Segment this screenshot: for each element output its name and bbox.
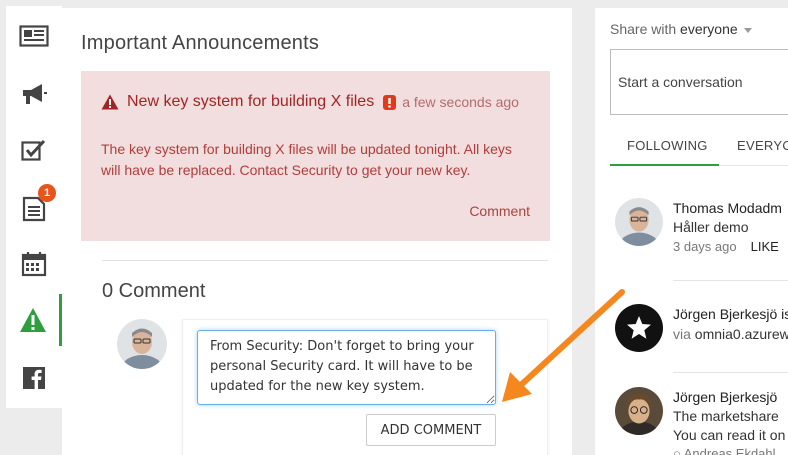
feed-author[interactable]: Jörgen Bjerkesjö is [673, 306, 788, 322]
rail-item-news[interactable] [6, 10, 62, 62]
feed-meta: 3 days ago LIKE [673, 239, 779, 254]
announcement-body: The key system for building X files will… [101, 141, 512, 178]
share-label: Share with [610, 21, 681, 37]
divider [673, 372, 788, 373]
checkbox-icon [21, 139, 46, 161]
feed-text: The marketshare [673, 408, 779, 424]
warning-icon [101, 94, 119, 110]
feed-source-link[interactable]: omnia0.azurew [695, 326, 788, 342]
page-title: Important Announcements [81, 32, 320, 54]
chevron-down-icon [743, 27, 752, 33]
share-target: everyone [680, 21, 738, 37]
conversation-panel: Share with everyone FOLLOWING EVERYONE T… [595, 8, 788, 455]
avatar [615, 198, 663, 246]
user-icon: ○ [673, 446, 684, 455]
divider [673, 280, 788, 281]
newspaper-icon [19, 25, 49, 47]
feed-author[interactable]: Jörgen Bjerkesjö [673, 389, 777, 405]
rail-item-calendar[interactable] [6, 238, 62, 290]
conversation-input[interactable] [610, 49, 788, 115]
comment-count: 0 Comment [102, 280, 206, 302]
feed-item[interactable]: Jörgen Bjerkesjö is via omnia0.azurew [613, 304, 788, 360]
tab-following[interactable]: FOLLOWING [610, 126, 719, 166]
avatar [117, 319, 167, 369]
exclamation-icon [383, 94, 397, 110]
rail-item-announcements[interactable] [6, 68, 62, 120]
tab-everyone[interactable]: EVERYONE [719, 126, 788, 166]
announcement-header: New key system for building X files a fe… [101, 93, 519, 111]
feed-mention: ○ Andreas Ekdahl [673, 446, 776, 455]
user-photo-icon [615, 198, 663, 246]
calendar-icon [21, 252, 47, 277]
comment-input[interactable]: From Security: Don't forget to bring you… [197, 330, 496, 405]
announcement-title[interactable]: New key system for building X files [127, 93, 374, 111]
feed-item[interactable]: Jörgen Bjerkesjö The marketshare You can… [613, 387, 788, 455]
add-comment-button[interactable]: ADD COMMENT [366, 414, 496, 446]
facebook-icon [23, 367, 45, 389]
user-photo-icon [615, 387, 663, 435]
feed-via: via [673, 326, 695, 342]
comment-link[interactable]: Comment [469, 203, 530, 219]
feed-text: You can read it on [673, 427, 786, 443]
like-button[interactable]: LIKE [751, 239, 779, 254]
star-icon [627, 316, 651, 339]
divider [102, 260, 548, 261]
avatar [615, 304, 663, 352]
rail-item-important[interactable] [6, 294, 62, 346]
comment-composer: From Security: Don't forget to bring you… [182, 319, 548, 455]
rail-item-tasks[interactable] [6, 124, 62, 176]
announcement-card: New key system for building X files a fe… [81, 71, 550, 241]
share-selector[interactable]: Share with everyone [610, 21, 752, 37]
rail-item-facebook[interactable] [6, 352, 62, 404]
avatar [615, 387, 663, 435]
announcement-time: a few seconds ago [402, 94, 519, 110]
main-panel: Important Announcements New key system f… [62, 8, 572, 455]
megaphone-icon [23, 84, 47, 104]
warning-icon [19, 308, 46, 332]
user-photo-icon [117, 319, 167, 369]
rail-item-documents[interactable]: 1 [6, 182, 62, 234]
feed-text: Håller demo [673, 219, 749, 235]
feed-author[interactable]: Thomas Modadm [673, 200, 782, 216]
feed-mention-name[interactable]: Andreas Ekdahl [684, 446, 776, 455]
feed-meta: via omnia0.azurew [673, 326, 788, 342]
feed-time: 3 days ago [673, 239, 737, 254]
feed-item[interactable]: Thomas Modadm Håller demo 3 days ago LIKE [613, 198, 788, 258]
notification-badge: 1 [38, 184, 56, 202]
left-rail: 1 [6, 6, 62, 408]
